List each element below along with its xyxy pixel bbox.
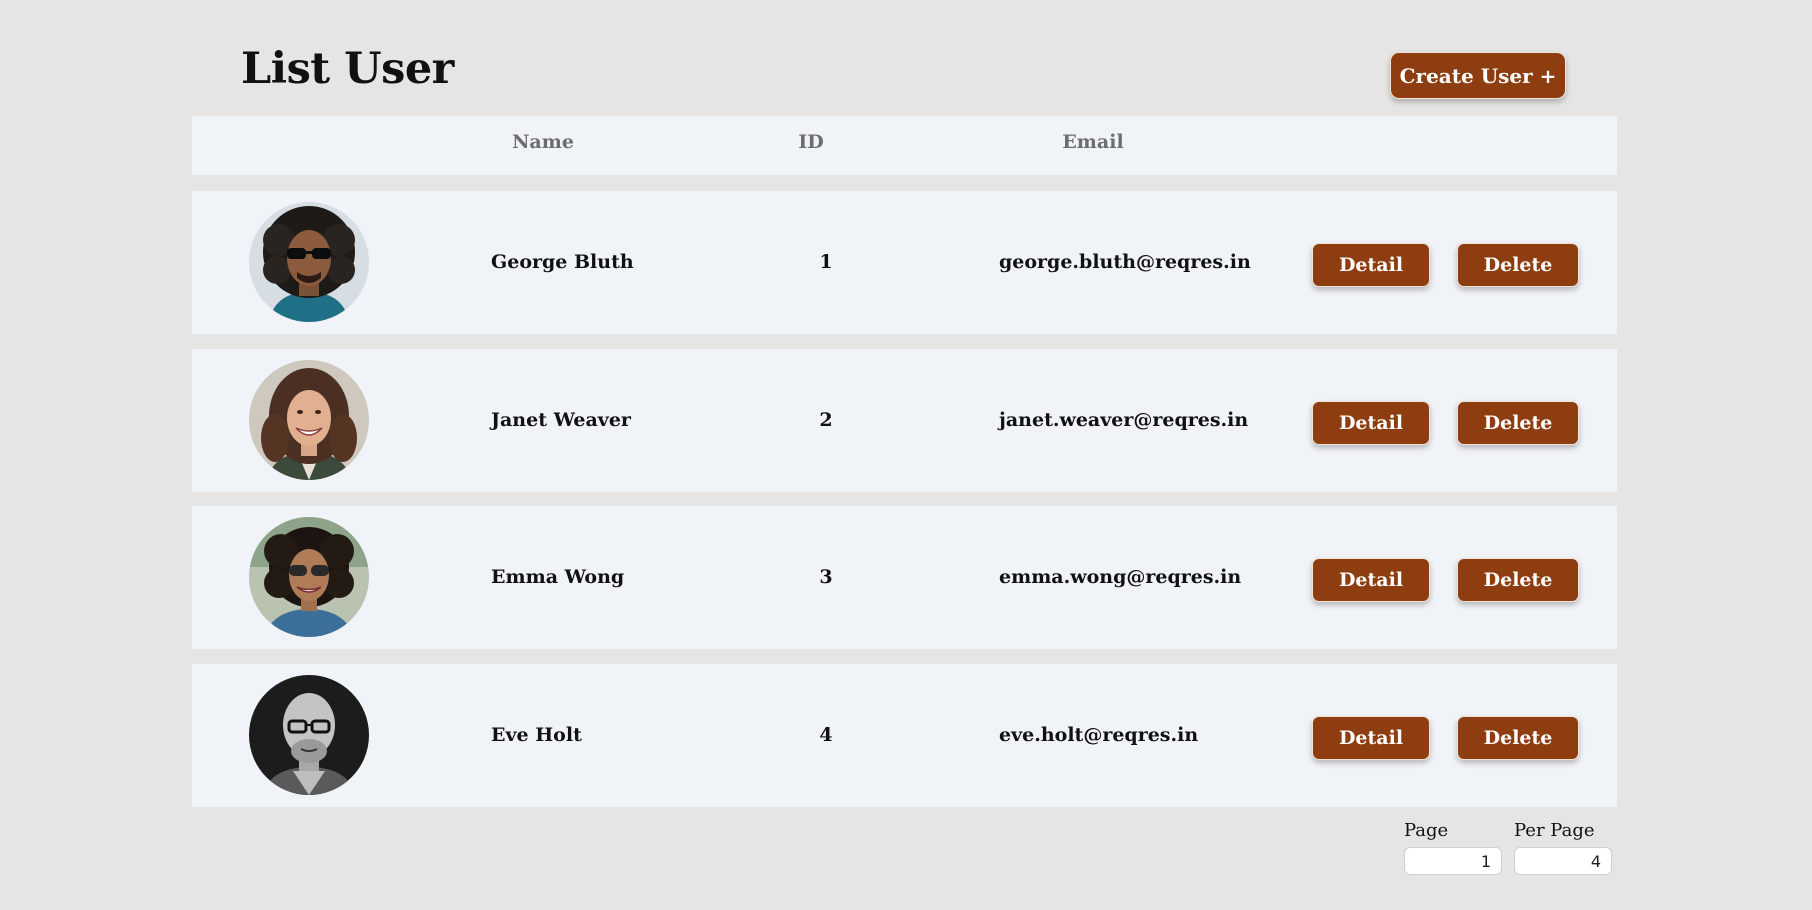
avatar (249, 675, 369, 795)
page-title: List User (241, 44, 454, 94)
delete-button[interactable]: Delete (1457, 243, 1579, 287)
user-email: janet.weaver@reqres.in (999, 409, 1249, 431)
user-id: 2 (819, 409, 833, 431)
delete-button[interactable]: Delete (1457, 716, 1579, 760)
table-row: George Bluth 1 george.bluth@reqres.in De… (192, 191, 1617, 334)
name-column-header: Name (512, 131, 574, 153)
user-id: 3 (819, 566, 833, 588)
user-name: George Bluth (491, 251, 634, 273)
user-email: george.bluth@reqres.in (999, 251, 1251, 273)
user-name: Janet Weaver (491, 409, 631, 431)
table-row: Janet Weaver 2 janet.weaver@reqres.in De… (192, 349, 1617, 492)
avatar (249, 202, 369, 322)
detail-button[interactable]: Detail (1312, 716, 1430, 760)
user-id: 1 (819, 251, 833, 273)
user-email: eve.holt@reqres.in (999, 724, 1199, 746)
table-row: Emma Wong 3 emma.wong@reqres.in Detail D… (192, 506, 1617, 649)
detail-button[interactable]: Detail (1312, 243, 1430, 287)
delete-button[interactable]: Delete (1457, 558, 1579, 602)
detail-button[interactable]: Detail (1312, 401, 1430, 445)
user-id: 4 (819, 724, 833, 746)
per-page-label: Per Page (1514, 820, 1595, 841)
table-header: Name ID Email (192, 116, 1617, 175)
per-page-input[interactable] (1514, 847, 1612, 875)
table-row: Eve Holt 4 eve.holt@reqres.in Detail Del… (192, 664, 1617, 807)
user-email: emma.wong@reqres.in (999, 566, 1242, 588)
user-name: Eve Holt (491, 724, 582, 746)
page-input[interactable] (1404, 847, 1502, 875)
user-list-page: List User Create User + Name ID Email Ge… (0, 0, 1812, 910)
page-label: Page (1404, 820, 1449, 841)
user-name: Emma Wong (491, 566, 625, 588)
detail-button[interactable]: Detail (1312, 558, 1430, 602)
delete-button[interactable]: Delete (1457, 401, 1579, 445)
create-user-button[interactable]: Create User + (1390, 52, 1566, 99)
email-column-header: Email (1062, 131, 1124, 153)
avatar (249, 517, 369, 637)
id-column-header: ID (798, 131, 824, 153)
avatar (249, 360, 369, 480)
